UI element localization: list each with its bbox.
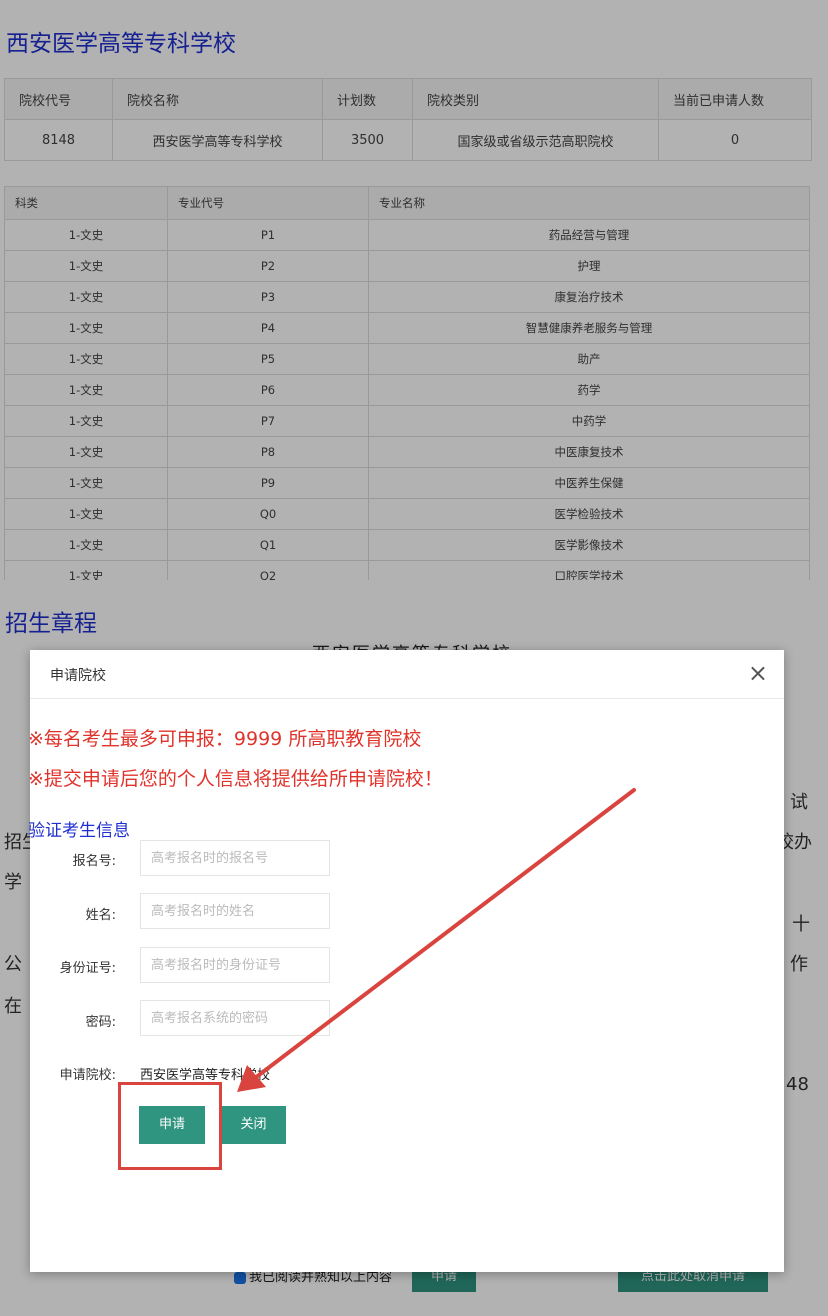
arrow-shaft xyxy=(253,788,636,1080)
annotation-arrow-icon xyxy=(237,788,636,1092)
arrow-head xyxy=(237,1065,266,1092)
